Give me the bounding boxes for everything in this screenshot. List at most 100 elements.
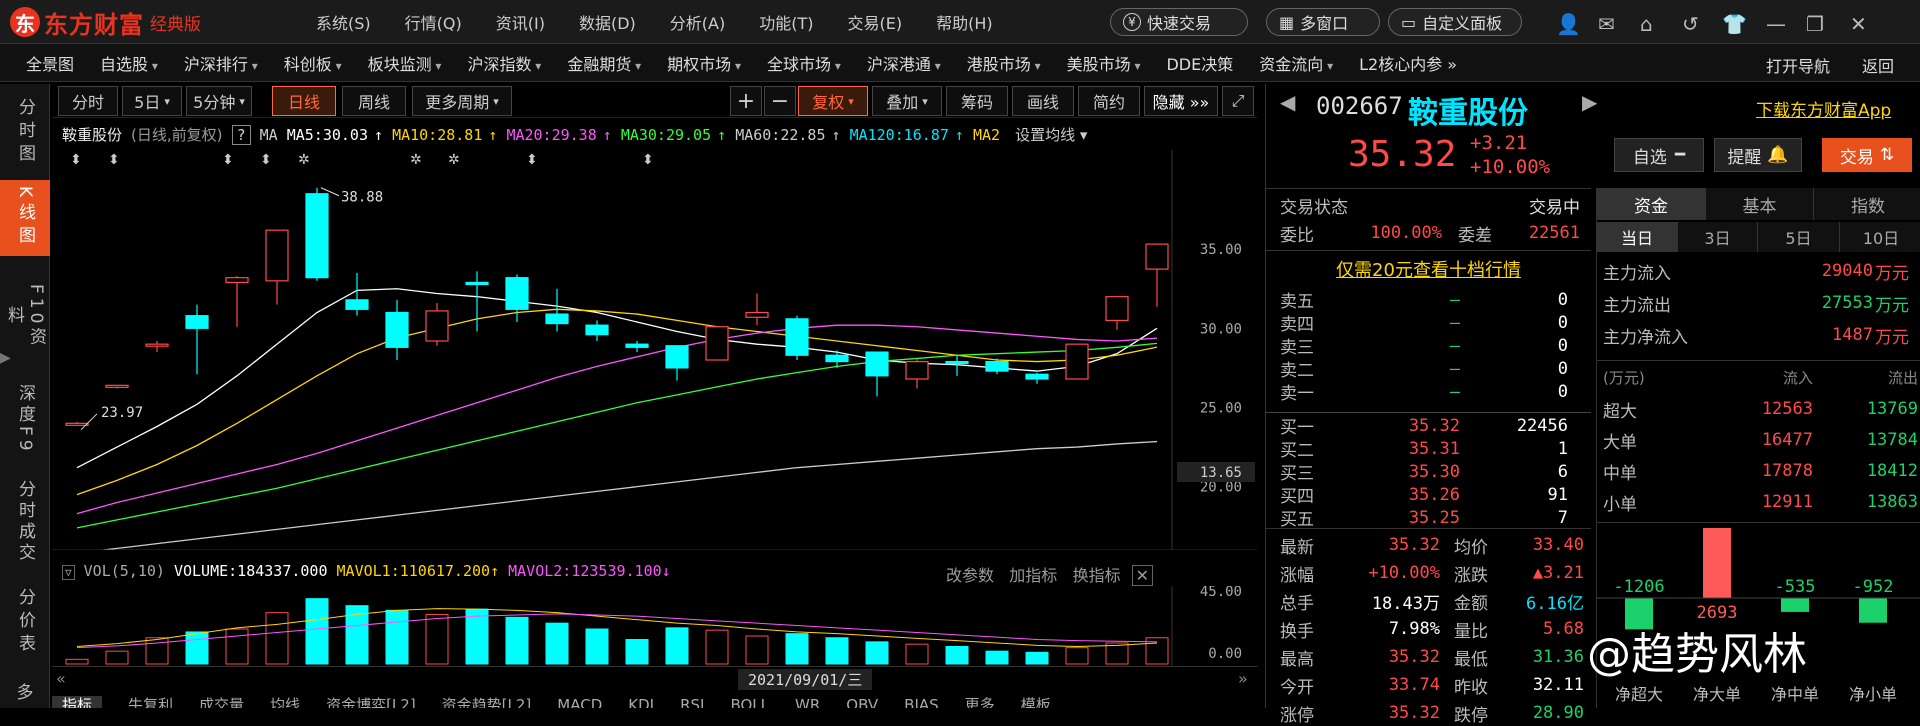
zoom-in-button[interactable]: + <box>730 86 762 116</box>
nav-item-1[interactable]: 自选股 <box>100 51 158 75</box>
period-5day[interactable]: 5日 ▾ <box>122 86 182 116</box>
candle[interactable] <box>305 187 329 281</box>
candle[interactable] <box>785 315 809 360</box>
candle[interactable] <box>505 274 529 323</box>
simple-button[interactable]: 简约 <box>1078 86 1140 116</box>
indicator-tab-7[interactable]: KDJ <box>628 696 654 708</box>
candle[interactable] <box>1025 372 1049 384</box>
home-icon[interactable]: ⌂ <box>1640 12 1653 36</box>
user-icon[interactable]: 👤 <box>1556 12 1581 36</box>
refresh-icon[interactable]: ↺ <box>1682 12 1699 36</box>
indicator-tab-1[interactable]: 牛复利 <box>128 696 173 708</box>
tab-index[interactable]: 指数 <box>1813 188 1920 220</box>
next-stock-icon[interactable]: ▶ <box>1582 90 1597 114</box>
volume-bar[interactable] <box>745 635 769 665</box>
nav-item-2[interactable]: 沪深排行 <box>184 51 258 75</box>
menu-trade[interactable]: 交易(E) <box>847 10 902 34</box>
candle[interactable] <box>625 341 649 353</box>
menu-functions[interactable]: 功能(T) <box>759 10 813 34</box>
candle[interactable] <box>185 304 209 375</box>
volume-bar[interactable] <box>905 643 929 665</box>
rail-price-table[interactable]: 分价表 <box>0 588 50 662</box>
rail-trades[interactable]: 分时成交 <box>0 480 50 576</box>
volume-bar[interactable] <box>825 637 849 665</box>
nav-item-0[interactable]: 全景图 <box>26 51 74 75</box>
nav-item-11[interactable]: 美股市场 <box>1067 51 1141 75</box>
candle[interactable] <box>705 326 729 361</box>
nav-item-8[interactable]: 全球市场 <box>767 51 841 75</box>
volume-bar[interactable] <box>985 650 1009 665</box>
candle[interactable] <box>385 299 409 360</box>
close-icon[interactable]: ✕ <box>1131 565 1154 586</box>
period-more[interactable]: 更多周期 ▾ <box>412 86 512 116</box>
volume-bar[interactable] <box>585 628 609 665</box>
candle[interactable] <box>665 345 689 381</box>
menu-news[interactable]: 资讯(I) <box>496 10 545 34</box>
candle[interactable] <box>1105 296 1129 330</box>
candle[interactable] <box>105 384 129 389</box>
indicator-tab-5[interactable]: 资金趋势[L2] <box>442 696 532 708</box>
nav-item-6[interactable]: 金融期货 <box>567 51 641 75</box>
draw-button[interactable]: 画线 <box>1012 86 1074 116</box>
rail-timeshare[interactable]: 分时图 <box>0 94 50 172</box>
volume-bar[interactable] <box>505 616 529 665</box>
scroll-left-icon[interactable]: « <box>56 669 66 688</box>
candle[interactable] <box>1145 243 1169 307</box>
buy-row[interactable]: 买四 35.26 91 <box>1280 483 1580 508</box>
add-indicator-button[interactable]: 加指标 <box>1009 566 1057 585</box>
nav-item-9[interactable]: 沪深港通 <box>867 51 941 75</box>
indicator-tab-10[interactable]: WR <box>795 696 820 708</box>
volume-bar[interactable] <box>625 639 649 665</box>
period-daily[interactable]: 日线 <box>272 86 336 116</box>
indicator-tab-13[interactable]: 更多 <box>965 696 995 708</box>
volume-bar[interactable] <box>545 622 569 665</box>
rail-depth[interactable]: 深度F9 <box>0 384 50 456</box>
help-icon[interactable]: ? <box>231 125 251 145</box>
buy-row[interactable]: 买一 35.32 22456 <box>1280 414 1580 439</box>
indicator-tab-4[interactable]: 资金博弈[L2] <box>326 696 416 708</box>
volume-bar[interactable] <box>185 631 209 665</box>
candle[interactable] <box>905 358 929 389</box>
multi-window-button[interactable]: ▦ 多窗口 <box>1266 8 1380 36</box>
rail-kline[interactable]: K线图 <box>0 180 50 256</box>
alert-button[interactable]: 提醒 🔔 <box>1714 138 1802 172</box>
switch-indicator-button[interactable]: 换指标 <box>1073 566 1121 585</box>
restore-icon[interactable]: ❐ <box>1806 12 1824 36</box>
period-10day[interactable]: 10日 <box>1839 222 1920 252</box>
trade-button[interactable]: 交易 ⇅ <box>1822 138 1912 172</box>
volume-bar[interactable] <box>465 608 489 665</box>
zoom-out-button[interactable]: − <box>764 86 796 116</box>
buy-row[interactable]: 买三 35.30 6 <box>1280 460 1580 485</box>
indicator-tab-8[interactable]: RSI <box>680 696 704 708</box>
fullscreen-icon[interactable]: ⤢ <box>1222 86 1254 116</box>
volume-bar[interactable] <box>145 637 169 665</box>
volume-bar[interactable] <box>305 598 329 665</box>
indicator-tab-0[interactable]: 指标 <box>52 696 103 708</box>
nav-item-12[interactable]: DDE决策 <box>1166 51 1233 75</box>
volume-bar[interactable] <box>1025 651 1049 665</box>
candle[interactable] <box>265 229 289 305</box>
volume-bar[interactable] <box>225 628 249 665</box>
add-watchlist-button[interactable]: 自选 ━ <box>1614 138 1704 172</box>
candle[interactable] <box>1065 343 1089 380</box>
mail-icon[interactable]: ✉ <box>1598 12 1615 36</box>
volume-bar[interactable] <box>1065 647 1089 665</box>
back-button[interactable]: 返回 <box>1862 53 1894 77</box>
volume-bar[interactable] <box>865 641 889 665</box>
collapse-icon[interactable]: ▽ <box>62 565 75 580</box>
nav-item-13[interactable]: 资金流向 <box>1259 51 1333 75</box>
candle[interactable] <box>145 341 169 353</box>
tab-basic[interactable]: 基本 <box>1705 188 1813 220</box>
minimize-icon[interactable]: — <box>1766 12 1786 36</box>
nav-item-10[interactable]: 港股市场 <box>967 51 1041 75</box>
volume-bar[interactable] <box>705 629 729 665</box>
kline-chart[interactable]: 35.00 30.00 25.00 20.00 38.88 23.97 13.65 <box>52 150 1257 550</box>
volume-bar[interactable] <box>105 650 129 665</box>
volume-bar[interactable] <box>785 633 809 665</box>
volume-bar[interactable] <box>425 613 449 665</box>
candle[interactable] <box>425 303 449 346</box>
candle[interactable] <box>745 293 769 326</box>
period-timeshare[interactable]: 分时 <box>58 86 118 116</box>
left-collapse-handle[interactable]: ▶ <box>0 350 11 390</box>
period-weekly[interactable]: 周线 <box>342 86 406 116</box>
